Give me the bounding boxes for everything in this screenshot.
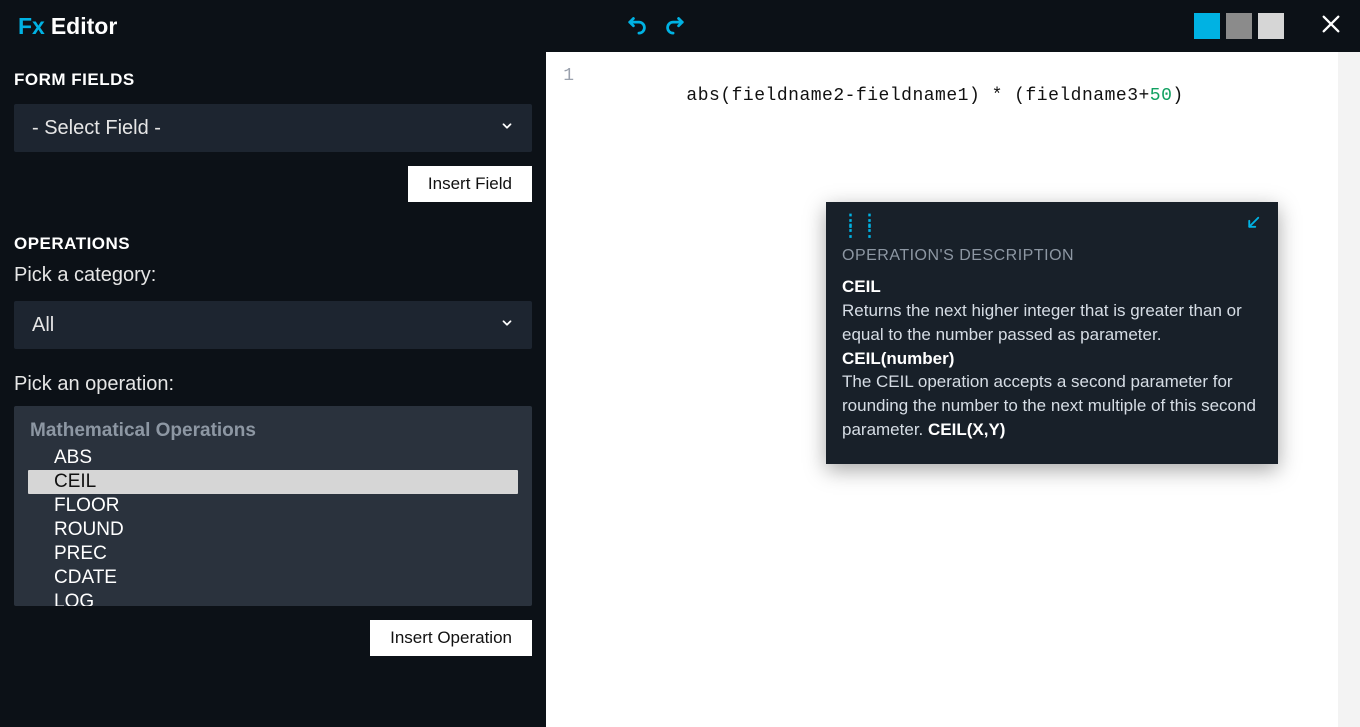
app-title: Fx Editor xyxy=(18,13,117,40)
pick-operation-label: Pick an operation: xyxy=(14,373,532,396)
description-body: CEIL Returns the next higher integer tha… xyxy=(842,275,1262,442)
operation-list[interactable]: Mathematical Operations ABSCEILFLOORROUN… xyxy=(14,406,532,606)
op-signature-2: CEIL(X,Y) xyxy=(928,420,1005,439)
operation-item[interactable]: LOG xyxy=(14,590,532,606)
history-controls xyxy=(627,13,685,40)
form-field-select[interactable]: - Select Field - xyxy=(14,104,532,152)
op-signature: CEIL(number) xyxy=(842,349,954,368)
form-fields-label: FORM FIELDS xyxy=(14,70,532,90)
code-editor[interactable]: 1 abs(fieldname2-fieldname1) * (fieldnam… xyxy=(546,52,1360,727)
operation-category-header: Mathematical Operations xyxy=(14,416,532,446)
collapse-icon[interactable] xyxy=(1244,214,1262,239)
category-select[interactable]: All xyxy=(14,301,532,349)
line-number: 1 xyxy=(546,66,574,86)
editor-scrollbar[interactable] xyxy=(1338,52,1360,727)
operation-item[interactable]: PREC xyxy=(14,542,532,566)
sidebar: FORM FIELDS - Select Field - Insert Fiel… xyxy=(0,52,546,727)
titlebar-right xyxy=(1194,13,1342,40)
chevron-down-icon xyxy=(500,316,514,334)
fx-logo: Fx xyxy=(18,13,45,40)
operation-item[interactable]: FLOOR xyxy=(14,494,532,518)
theme-swatch-1[interactable] xyxy=(1194,13,1220,39)
code-suffix: ) xyxy=(1172,86,1183,106)
titlebar: Fx Editor xyxy=(0,0,1360,52)
category-select-value: All xyxy=(32,314,54,337)
app-root: Fx Editor FORM FIELDS - Select Field - xyxy=(0,0,1360,727)
code-line: abs(fieldname2-fieldname1) * (fieldname3… xyxy=(686,86,1183,106)
insert-field-button[interactable]: Insert Field xyxy=(408,166,532,202)
description-header: OPERATION'S DESCRIPTION xyxy=(842,245,1262,267)
drag-handle-icon[interactable]: ⋮⋮⋮⋮ xyxy=(842,216,880,236)
gutter: 1 xyxy=(546,52,596,727)
op-name: CEIL xyxy=(842,277,881,296)
form-field-select-value: - Select Field - xyxy=(32,117,161,140)
redo-icon[interactable] xyxy=(663,13,685,40)
op-text-1: Returns the next higher integer that is … xyxy=(842,301,1242,344)
code-text: abs(fieldname2-fieldname1) * (fieldname3… xyxy=(686,86,1149,106)
op-text-2a: The CEIL operation accepts a second para… xyxy=(842,372,1256,439)
operation-item[interactable]: CEIL xyxy=(28,470,518,494)
code-number: 50 xyxy=(1150,86,1173,106)
operation-description-panel[interactable]: ⋮⋮⋮⋮ OPERATION'S DESCRIPTION CEIL Return… xyxy=(826,202,1278,464)
operations-label: OPERATIONS xyxy=(14,234,532,254)
theme-swatch-2[interactable] xyxy=(1226,13,1252,39)
operation-item[interactable]: ROUND xyxy=(14,518,532,542)
undo-icon[interactable] xyxy=(627,13,649,40)
insert-operation-button[interactable]: Insert Operation xyxy=(370,620,532,656)
body: FORM FIELDS - Select Field - Insert Fiel… xyxy=(0,52,1360,727)
operation-item[interactable]: ABS xyxy=(14,446,532,470)
pick-category-label: Pick a category: xyxy=(14,264,532,287)
chevron-down-icon xyxy=(500,119,514,137)
theme-swatch-3[interactable] xyxy=(1258,13,1284,39)
close-icon[interactable] xyxy=(1320,13,1342,40)
title-text: Editor xyxy=(51,13,117,40)
operation-item[interactable]: CDATE xyxy=(14,566,532,590)
